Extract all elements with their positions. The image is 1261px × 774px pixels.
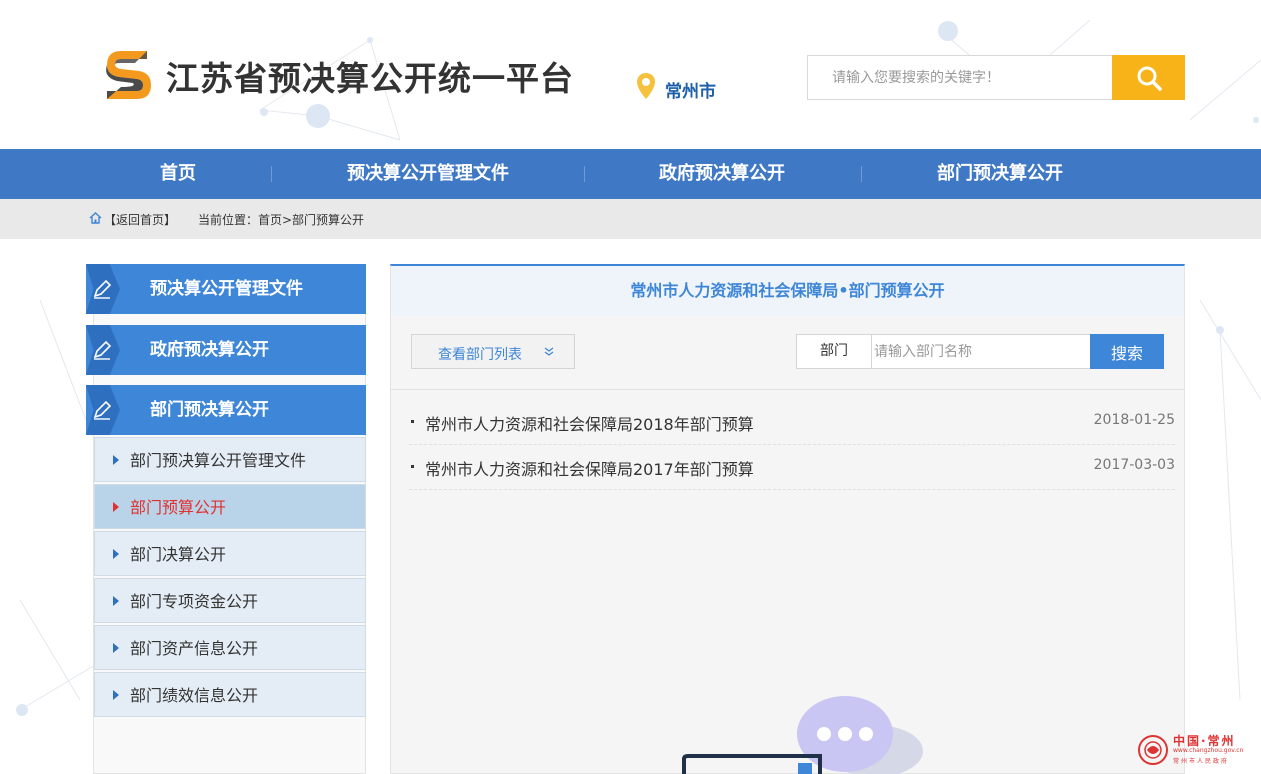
gov-badge-url: www.changzhou.gov.cn [1173,747,1244,754]
sidebar-item-label: 部门决算公开 [130,545,227,564]
list-item[interactable]: 常州市人力资源和社会保障局2018年部门预算 2018-01-25 [409,400,1175,445]
sidebar-item-special-funds[interactable]: 部门专项资金公开 [94,578,366,623]
breadcrumb: 【返回首页】 当前位置：首页>部门预算公开 [0,199,1261,239]
sidebar-item-assets-info[interactable]: 部门资产信息公开 [94,625,366,670]
city-selector[interactable]: 常州市 [665,77,716,102]
site-title: 江苏省预决算公开统一平台 [166,59,574,98]
search-button[interactable] [1112,55,1185,100]
s-logo-icon[interactable] [103,47,153,103]
gov-seal-icon [1138,735,1168,765]
sidebar: 预决算公开管理文件 政府预决算公开 部门预决算公开 部门预决算公开管理文件 部门… [86,264,366,774]
nav-separator [271,166,272,182]
nav-separator [584,166,585,182]
nav-item-management-docs[interactable]: 预决算公开管理文件 [318,149,538,199]
sidebar-head-label: 政府预决算公开 [150,340,269,360]
list-item-title[interactable]: 常州市人力资源和社会保障局2018年部门预算 [425,411,754,435]
sidebar-item-performance-info[interactable]: 部门绩效信息公开 [94,672,366,717]
sidebar-item-budget-public[interactable]: 部门预算公开 [94,484,366,529]
sidebar-item-label: 部门预算公开 [130,498,227,517]
sidebar-item-management-docs[interactable]: 部门预决算公开管理文件 [94,437,366,482]
arrow-right-icon [113,643,119,653]
sidebar-item-label: 部门预决算公开管理文件 [130,451,307,470]
page-title: 常州市人力资源和社会保障局•部门预算公开 [391,266,1184,316]
nav-item-department-budget[interactable]: 部门预决算公开 [900,149,1100,199]
divider [391,389,1184,390]
list-item-title[interactable]: 常州市人力资源和社会保障局2017年部门预算 [425,456,754,480]
main-nav: 首页 预决算公开管理文件 政府预决算公开 部门预决算公开 [0,149,1261,199]
search-input[interactable] [807,55,1113,100]
pen-icon [93,279,112,299]
arrow-right-icon [113,502,119,512]
nav-separator [861,166,862,182]
pen-icon [93,400,112,420]
sidebar-head-label: 预决算公开管理文件 [150,279,303,299]
list-item-date: 2018-01-25 [1093,412,1175,428]
header: 江苏省预决算公开统一平台 常州市 [0,0,1261,149]
back-home-link[interactable]: 【返回首页】 [104,211,176,228]
sidebar-item-label: 部门绩效信息公开 [130,686,259,705]
sidebar-item-label: 部门资产信息公开 [130,639,259,658]
view-dept-list-button[interactable]: 查看部门列表 [411,334,575,369]
double-chevron-down-icon [544,347,554,356]
dept-search-button[interactable]: 搜索 [1090,334,1164,369]
sidebar-item-label: 部门专项资金公开 [130,592,259,611]
sidebar-item-final-accounts[interactable]: 部门决算公开 [94,531,366,576]
gov-badge[interactable]: 中国·常州 www.changzhou.gov.cn 常州市人民政府 [1137,732,1261,768]
list-item-date: 2017-03-03 [1093,457,1175,473]
view-dept-list-label: 查看部门列表 [438,347,522,363]
sidebar-head-department-budget[interactable]: 部门预决算公开 [86,385,366,435]
gov-badge-gov: 常州市人民政府 [1173,758,1230,765]
arrow-right-icon [113,455,119,465]
nav-item-home[interactable]: 首页 [128,149,228,199]
bullet-icon [411,420,414,423]
arrow-right-icon [113,596,119,606]
current-position: 当前位置：首页>部门预算公开 [198,213,365,227]
sidebar-head-management-docs[interactable]: 预决算公开管理文件 [86,264,366,314]
sidebar-head-label: 部门预决算公开 [150,400,269,420]
arrow-right-icon [113,690,119,700]
pen-icon [93,340,112,360]
dept-name-input[interactable] [871,334,1091,369]
sidebar-head-government-budget[interactable]: 政府预决算公开 [86,325,366,375]
nav-item-government-budget[interactable]: 政府预决算公开 [622,149,822,199]
arrow-right-icon [113,549,119,559]
bullet-icon [411,465,414,468]
home-icon[interactable] [89,212,102,224]
chat-bubble-icon [682,696,923,774]
location-pin-icon [637,73,655,99]
dept-field-label: 部门 [796,334,872,369]
magnifier-icon [1137,66,1162,91]
list-item[interactable]: 常州市人力资源和社会保障局2017年部门预算 2017-03-03 [409,445,1175,490]
